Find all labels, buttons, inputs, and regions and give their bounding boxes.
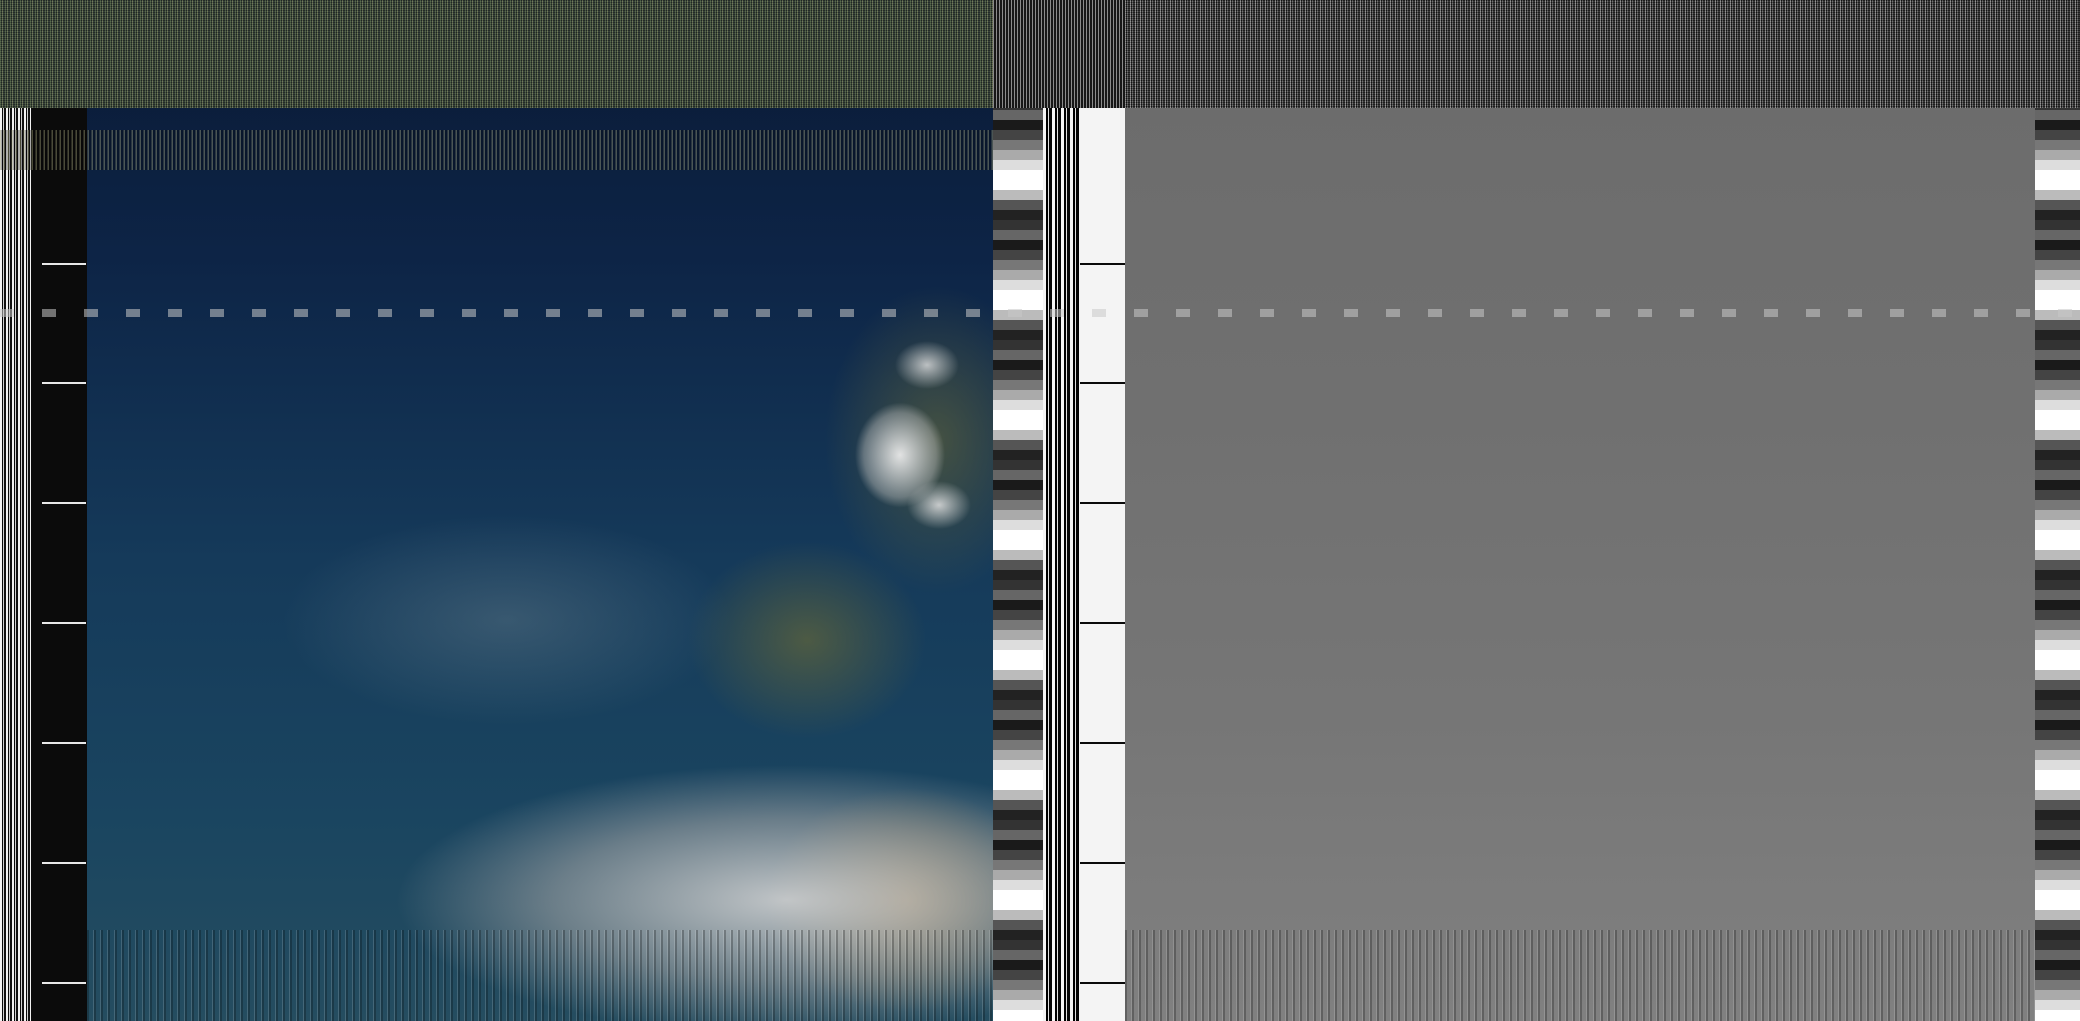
signal-noise-top-infrared	[1125, 0, 2080, 108]
marker-tick	[1080, 622, 1125, 624]
dropout-dash-line	[0, 309, 2080, 317]
infrared-channel-image	[1125, 0, 2035, 1021]
marker-tick	[42, 382, 86, 384]
marker-tick	[42, 263, 86, 265]
marker-tick	[1080, 382, 1125, 384]
signal-noise-top-bridge	[993, 0, 1125, 108]
signal-noise-bottom-infrared	[1125, 930, 2035, 1021]
marker-tick	[1080, 982, 1125, 984]
marker-tick	[42, 502, 86, 504]
marker-tick	[42, 742, 86, 744]
marker-tick	[42, 622, 86, 624]
marker-tick	[1080, 263, 1125, 265]
signal-noise-top-visible	[0, 0, 993, 108]
marker-tick	[42, 862, 86, 864]
telemetry-wedge-b	[2035, 0, 2080, 1021]
telemetry-wedge-a	[993, 0, 1043, 1021]
marker-tick	[42, 982, 86, 984]
space-marker-column-b	[1080, 0, 1125, 1021]
marker-tick	[1080, 862, 1125, 864]
signal-noise-band	[0, 130, 993, 170]
marker-tick	[1080, 502, 1125, 504]
marker-tick	[1080, 742, 1125, 744]
signal-noise-bottom-visible	[87, 930, 993, 1021]
